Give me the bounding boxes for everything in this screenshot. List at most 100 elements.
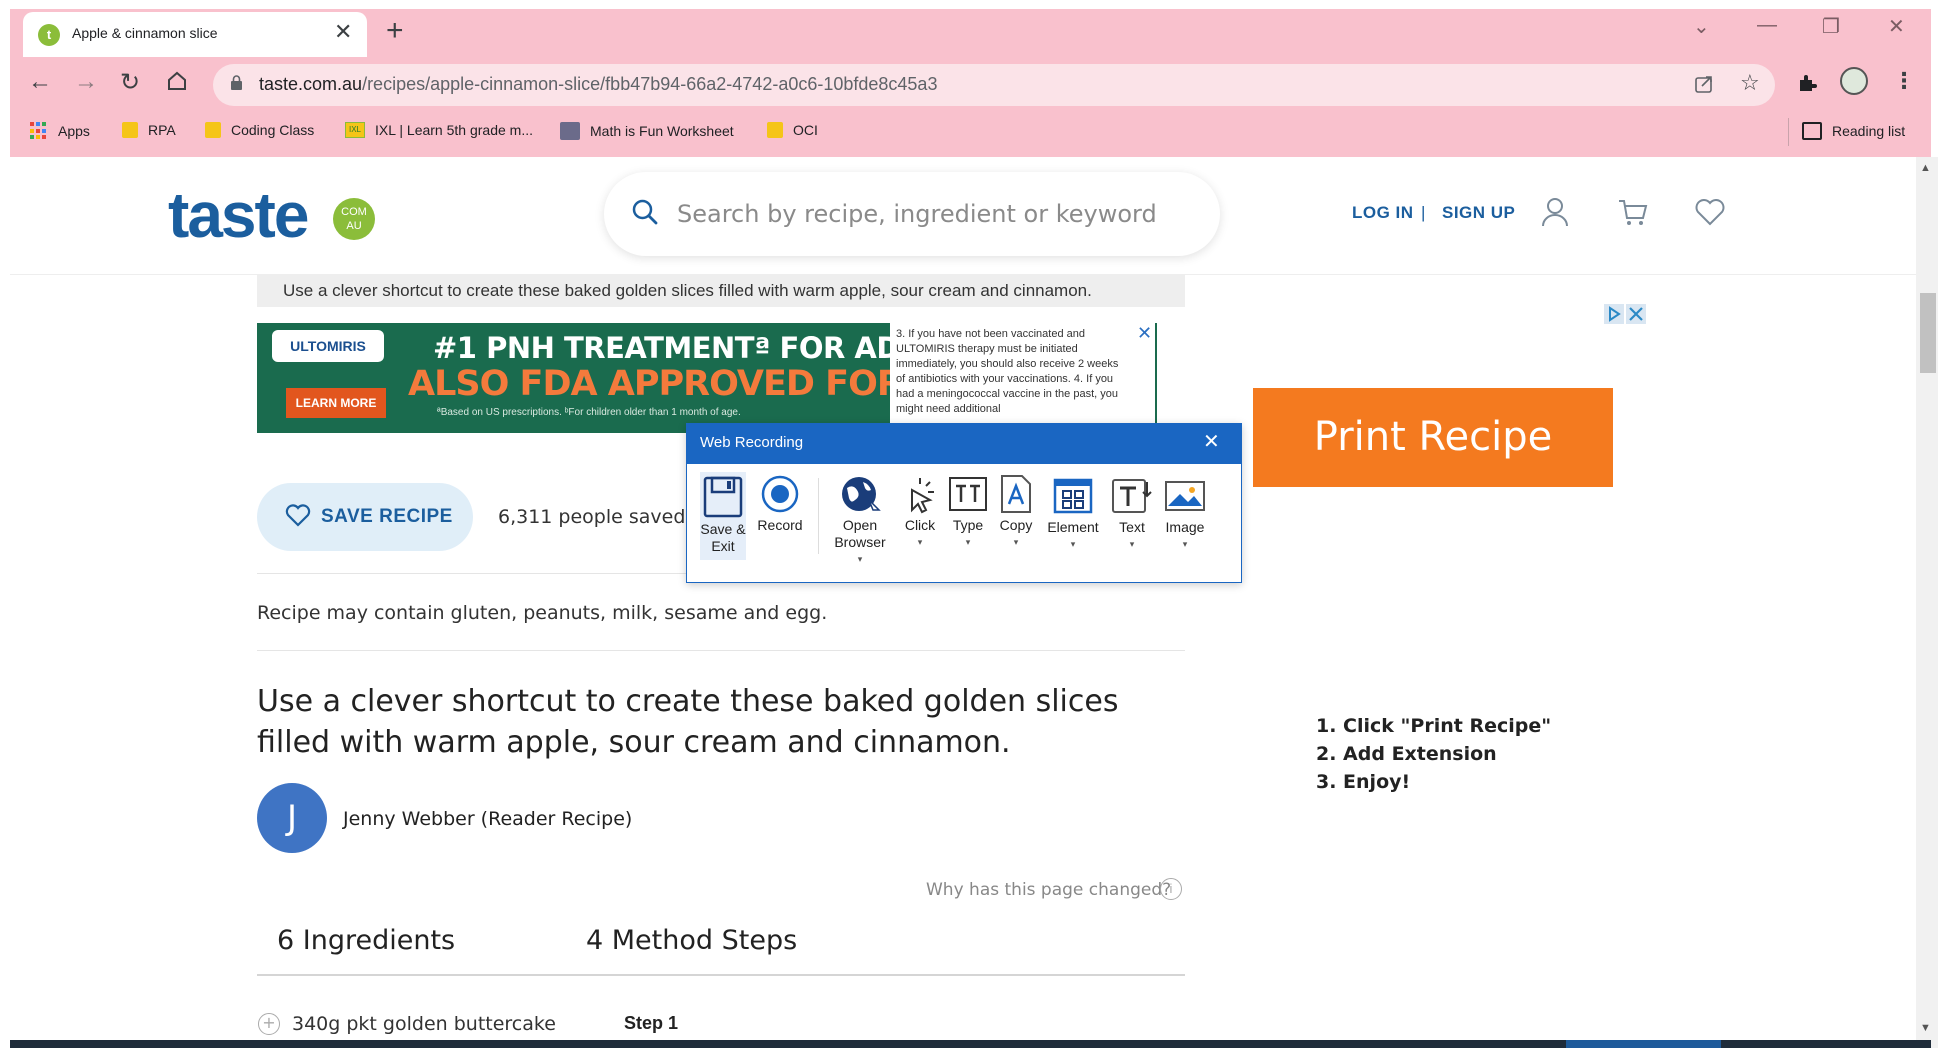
- tab-search-icon[interactable]: ⌄: [1693, 14, 1710, 39]
- search-icon[interactable]: [631, 198, 659, 226]
- tabs-underline: [257, 974, 1185, 976]
- text-icon: [1112, 479, 1152, 513]
- ad-learn-more-button[interactable]: LEARN MORE: [286, 388, 386, 418]
- scrollbar-thumb[interactable]: [1920, 293, 1936, 373]
- save-heart-icon: [285, 503, 311, 527]
- save-exit-button[interactable]: Save & Exit: [700, 476, 746, 555]
- back-icon[interactable]: ←: [28, 68, 52, 96]
- bookmark-label: OCI: [793, 122, 818, 138]
- reading-list[interactable]: Reading list: [1802, 122, 1905, 140]
- reading-list-icon: [1802, 122, 1822, 140]
- profile-avatar[interactable]: [1840, 67, 1868, 95]
- bookmark-label: Math is Fun Worksheet: [590, 123, 734, 139]
- taskbar-active-item[interactable]: [1566, 1040, 1721, 1048]
- folder-icon: [767, 122, 783, 138]
- apps-grid-icon: [30, 122, 48, 140]
- image-button[interactable]: Image ▾: [1160, 476, 1210, 553]
- restore-icon[interactable]: ❐: [1822, 14, 1840, 39]
- bookmark-star-icon[interactable]: ☆: [1740, 70, 1760, 96]
- site-logo[interactable]: taste: [168, 178, 309, 252]
- bookmark-oci[interactable]: OCI: [767, 122, 818, 138]
- bookmark-coding-class[interactable]: Coding Class: [205, 122, 314, 138]
- login-link[interactable]: LOG IN: [1352, 203, 1414, 223]
- why-changed-link[interactable]: Why has this page changed?: [926, 880, 1171, 900]
- share-icon[interactable]: [1693, 73, 1715, 100]
- author-avatar[interactable]: J: [257, 783, 327, 853]
- divider: [257, 650, 1185, 651]
- save-icon: [703, 476, 743, 518]
- recipe-description: Use a clever shortcut to create these ba…: [257, 684, 1119, 760]
- folder-icon: [122, 122, 138, 138]
- url-host: taste.com.au: [259, 74, 363, 94]
- info-icon[interactable]: i: [1160, 878, 1182, 900]
- web-recording-close-icon[interactable]: ✕: [1203, 429, 1220, 454]
- adchoices-icon[interactable]: [1604, 304, 1646, 324]
- extensions-icon[interactable]: [1796, 72, 1818, 99]
- save-exit-label: Save & Exit: [700, 521, 746, 554]
- subtitle-text: Use a clever shortcut to create these ba…: [283, 281, 1092, 300]
- url-text[interactable]: taste.com.au/recipes/apple-cinnamon-slic…: [259, 74, 937, 95]
- type-icon: [949, 477, 987, 511]
- copy-label: Copy: [999, 517, 1033, 533]
- record-icon: [761, 475, 799, 513]
- save-recipe-label: SAVE RECIPE: [321, 506, 453, 527]
- ad-fine-print: 3. If you have not been vaccinated and U…: [890, 323, 1155, 433]
- method-step-label: Step 1: [624, 1013, 679, 1033]
- tab-close-icon[interactable]: ✕: [334, 19, 352, 45]
- text-label: Text: [1119, 519, 1145, 535]
- user-icon[interactable]: [1539, 196, 1571, 228]
- element-button[interactable]: Element ▾: [1042, 476, 1104, 553]
- home-icon[interactable]: [166, 70, 188, 97]
- bookmark-ixl[interactable]: IXL IXL | Learn 5th grade m...: [345, 122, 533, 138]
- open-browser-label: Open Browser: [834, 517, 886, 550]
- saved-count: 6,311 people saved: [498, 506, 686, 528]
- record-button[interactable]: Record: [752, 474, 808, 534]
- bookmark-label: RPA: [148, 122, 176, 138]
- tab-ingredients[interactable]: 6 Ingredients: [277, 925, 455, 956]
- heart-icon[interactable]: [1694, 196, 1726, 228]
- search-input[interactable]: [677, 200, 1177, 228]
- record-label: Record: [757, 517, 803, 533]
- close-window-icon[interactable]: ✕: [1888, 14, 1905, 39]
- scroll-down-icon[interactable]: ▼: [1920, 1022, 1931, 1034]
- open-browser-button[interactable]: Open Browser ▾: [824, 474, 896, 568]
- reading-list-label: Reading list: [1832, 123, 1906, 139]
- scroll-up-icon[interactable]: ▲: [1920, 162, 1931, 174]
- lock-icon: [230, 75, 243, 90]
- url-path: /recipes/apple-cinnamon-slice/fbb47b94-6…: [362, 74, 938, 94]
- minimize-icon[interactable]: —: [1757, 14, 1777, 37]
- menu-icon[interactable]: ⋮: [1893, 68, 1915, 94]
- image-icon: [1165, 481, 1205, 511]
- ad-footnote: ªBased on US prescriptions. ᵇFor childre…: [437, 407, 741, 418]
- ad-brand-logo: ULTOMIRIS: [272, 330, 384, 362]
- click-button[interactable]: Click ▾: [900, 474, 940, 551]
- math-icon: [560, 122, 580, 140]
- ixl-icon: IXL: [345, 122, 365, 138]
- web-recording-title: Web Recording: [700, 434, 804, 451]
- ad-step: 1. Click "Print Recipe": [1316, 715, 1552, 737]
- click-label: Click: [904, 517, 936, 533]
- image-label: Image: [1165, 519, 1205, 535]
- ingredient-item[interactable]: +340g pkt golden buttercake: [258, 1013, 556, 1035]
- account-separator: |: [1421, 203, 1426, 222]
- reload-icon[interactable]: ↻: [120, 68, 140, 97]
- ingredient-label: 340g pkt golden buttercake: [292, 1013, 556, 1035]
- new-tab-icon[interactable]: +: [386, 14, 404, 48]
- scrollbar[interactable]: [1916, 157, 1938, 1048]
- text-button[interactable]: Text ▾: [1110, 476, 1154, 553]
- add-ingredient-icon[interactable]: +: [258, 1013, 280, 1035]
- forward-icon[interactable]: →: [74, 68, 98, 96]
- signup-link[interactable]: SIGN UP: [1442, 203, 1515, 223]
- type-button[interactable]: Type ▾: [946, 474, 990, 551]
- click-icon: [911, 478, 934, 514]
- globe-icon: [842, 477, 881, 511]
- print-recipe-button[interactable]: Print Recipe: [1253, 388, 1613, 487]
- tab-method[interactable]: 4 Method Steps: [586, 925, 797, 956]
- bookmark-math-is-fun[interactable]: Math is Fun Worksheet: [560, 122, 734, 140]
- copy-button[interactable]: Copy ▾: [994, 474, 1038, 551]
- author-name[interactable]: Jenny Webber (Reader Recipe): [343, 808, 632, 830]
- cart-icon[interactable]: [1617, 196, 1649, 228]
- bookmark-apps[interactable]: Apps: [30, 122, 90, 140]
- ad-close-icon[interactable]: ✕: [1137, 323, 1152, 344]
- bookmark-rpa[interactable]: RPA: [122, 122, 176, 138]
